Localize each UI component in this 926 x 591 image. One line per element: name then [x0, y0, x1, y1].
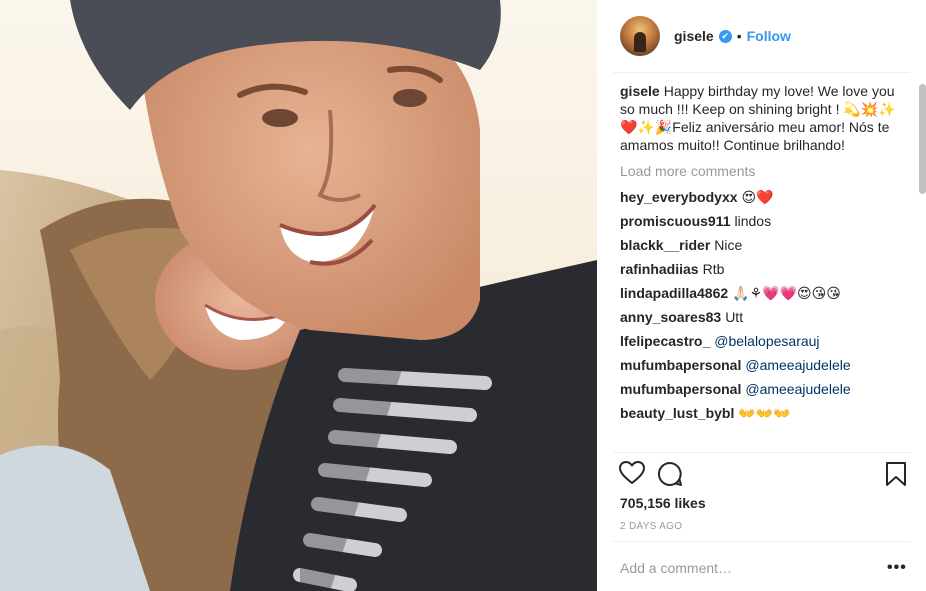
- post-actions: [619, 461, 911, 489]
- comment-username[interactable]: promiscuous911: [620, 213, 731, 229]
- comment-item: promiscuous911 lindos: [620, 212, 910, 230]
- comment-username[interactable]: beauty_lust_bybl: [620, 405, 734, 421]
- author-avatar[interactable]: [620, 16, 660, 56]
- caption-username[interactable]: gisele: [620, 83, 660, 99]
- caption-text: Happy birthday my love! We love you so m…: [620, 83, 896, 153]
- comment-text[interactable]: @ameeajudelele: [745, 381, 850, 397]
- add-comment-divider: [613, 541, 910, 542]
- speech-bubble-icon[interactable]: [657, 461, 683, 492]
- comment-username[interactable]: mufumbapersonal: [620, 357, 741, 373]
- comment-rows: hey_everybodyxx 😍❤️ promiscuous911 lindos bl…: [620, 188, 910, 422]
- header-separator: •: [736, 28, 742, 44]
- comment-item: lfelipecastro_ @belalopesarauj: [620, 332, 910, 350]
- comment-username[interactable]: anny_soares83: [620, 309, 721, 325]
- likes-count[interactable]: 705,156 likes: [620, 495, 706, 511]
- header-divider: [613, 72, 910, 73]
- heart-outline-icon[interactable]: [619, 461, 645, 490]
- post-timestamp: 2 DAYS AGO: [620, 521, 683, 532]
- post-header: gisele ✔ • Follow: [597, 0, 926, 72]
- comment-username[interactable]: lfelipecastro_: [620, 333, 710, 349]
- comment-text[interactable]: @belalopesarauj: [714, 333, 819, 349]
- comment-item: blackk__rider Nice: [620, 236, 910, 254]
- comment-item: anny_soares83 Utt: [620, 308, 910, 326]
- comments-list[interactable]: gisele Happy birthday my love! We love yo…: [620, 82, 910, 452]
- comment-username[interactable]: lindapadilla4862: [620, 285, 728, 301]
- selfie-photo-illustration: [0, 0, 597, 591]
- add-comment-input[interactable]: [620, 560, 870, 576]
- comments-scrollbar[interactable]: [919, 84, 926, 194]
- comment-text: Utt: [725, 309, 744, 325]
- more-options-button[interactable]: •••: [887, 559, 907, 577]
- post-caption: gisele Happy birthday my love! We love yo…: [620, 82, 910, 154]
- comment-text: Rtb: [702, 261, 725, 277]
- comment-item: hey_everybodyxx 😍❤️: [620, 188, 910, 206]
- comment-username[interactable]: hey_everybodyxx: [620, 189, 738, 205]
- comment-item: mufumbapersonal @ameeajudelele: [620, 356, 910, 374]
- comment-item: rafinhadiias Rtb: [620, 260, 910, 278]
- post-photo[interactable]: [0, 0, 597, 591]
- comment-text[interactable]: @ameeajudelele: [745, 357, 850, 373]
- comment-username[interactable]: mufumbapersonal: [620, 381, 741, 397]
- comment-text: 😍❤️: [741, 189, 774, 205]
- load-more-comments-button[interactable]: Load more comments: [620, 162, 910, 180]
- actions-divider: [613, 452, 910, 453]
- comment-text: lindos: [734, 213, 772, 229]
- post-details-panel: gisele ✔ • Follow gisele Happy birthday m…: [597, 0, 926, 591]
- comment-item: mufumbapersonal @ameeajudelele: [620, 380, 910, 398]
- author-username[interactable]: gisele: [674, 28, 714, 44]
- comment-item: lindapadilla4862 🙏🏻⚘💗💗😍😘😘: [620, 284, 910, 302]
- comment-username[interactable]: blackk__rider: [620, 237, 710, 253]
- follow-button[interactable]: Follow: [747, 28, 791, 44]
- comment-username[interactable]: rafinhadiias: [620, 261, 699, 277]
- comment-text: Nice: [714, 237, 743, 253]
- bookmark-icon[interactable]: [885, 461, 907, 492]
- comment-text: 👐👐👐: [738, 405, 791, 421]
- comment-item: beauty_lust_bybl 👐👐👐: [620, 404, 910, 422]
- comment-text: 🙏🏻⚘💗💗😍😘😘: [732, 285, 841, 301]
- verified-badge-icon: ✔: [718, 29, 732, 43]
